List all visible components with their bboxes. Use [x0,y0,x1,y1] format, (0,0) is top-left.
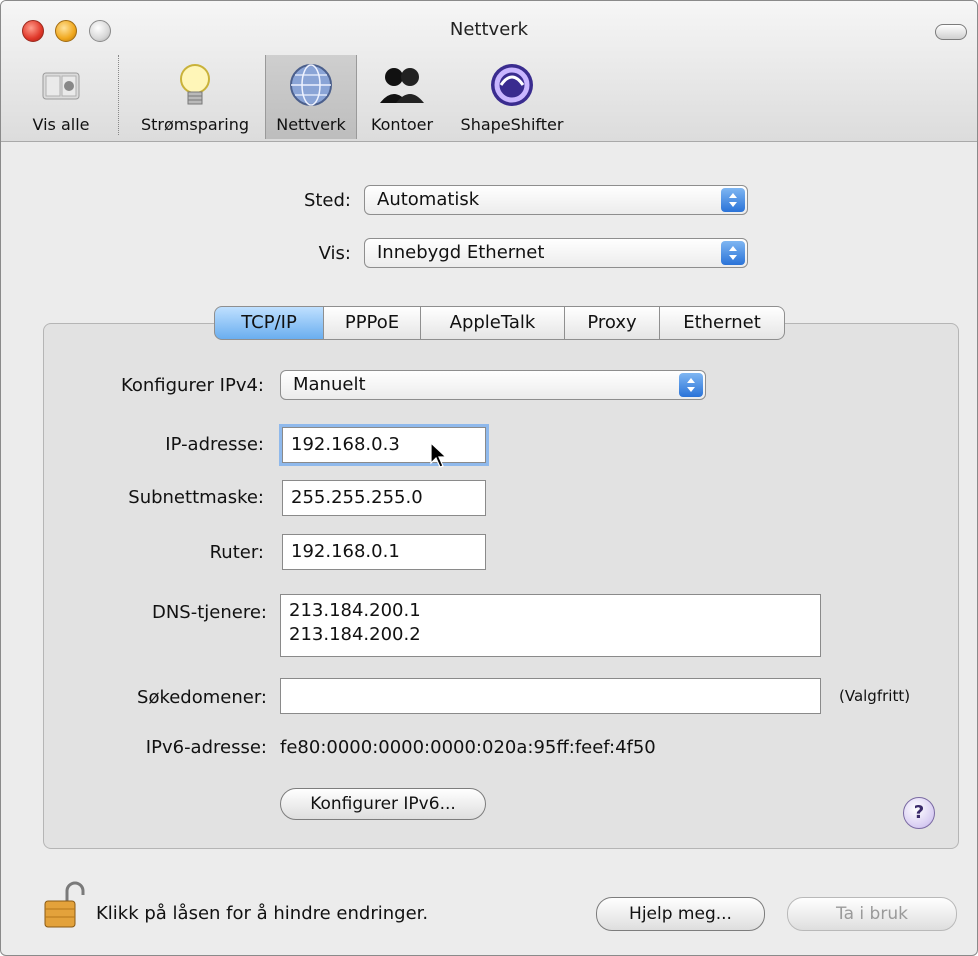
show-label: Vis: [318,243,351,264]
dns-server-line: 213.184.200.1 [289,600,421,621]
optional-hint: (Valgfritt) [839,687,911,705]
toolbar-label: Nettverk [276,115,346,134]
tcpip-panel [43,323,959,849]
location-label: Sted: [303,190,351,211]
ip-address-field[interactable]: 192.168.0.3 [282,427,486,463]
help-icon[interactable]: ? [903,797,935,829]
window-title: Nettverk [449,19,529,40]
toolbar-item-accounts[interactable]: Kontoer [361,55,443,139]
dns-servers-field[interactable]: 213.184.200.1 213.184.200.2 [280,594,821,657]
search-domains-label: Søkedomener: [137,687,267,708]
subnet-mask-field[interactable]: 255.255.255.0 [282,480,486,516]
ip-address-label: IP-adresse: [165,434,264,455]
popup-arrows-icon [721,188,745,212]
location-value: Automatisk [377,189,480,210]
router-field[interactable]: 192.168.0.1 [282,534,486,570]
tab-appletalk[interactable]: AppleTalk [421,306,565,340]
tab-ethernet[interactable]: Ethernet [660,306,785,340]
tab-proxy[interactable]: Proxy [565,306,660,340]
light-bulb-icon [169,59,221,111]
toolbar-toggle-button[interactable] [935,24,967,40]
network-globe-icon [285,59,337,111]
tab-pppoe[interactable]: PPPoE [324,306,421,340]
mouse-pointer-icon [429,441,451,473]
toolbar-separator [118,55,119,135]
router-label: Ruter: [209,542,264,563]
configure-ipv4-label: Konfigurer IPv4: [120,375,264,396]
tab-tcpip[interactable]: TCP/IP [214,306,324,340]
configure-ipv4-popup[interactable]: Manuelt [280,370,706,400]
accounts-people-icon [376,59,428,111]
toolbar-label: Vis alle [32,115,90,134]
configure-ipv4-value: Manuelt [293,374,366,395]
tab-bar: TCP/IP PPPoE AppleTalk Proxy Ethernet [214,306,785,340]
lock-open-icon[interactable] [41,879,85,931]
toolbar-item-network[interactable]: Nettverk [265,55,357,139]
popup-arrows-icon [721,241,745,265]
show-all-icon [35,59,87,111]
configure-ipv6-button[interactable]: Konfigurer IPv6... [280,788,486,820]
assist-me-button[interactable]: Hjelp meg... [596,897,765,931]
network-preferences-window: Nettverk Vis alle Strømsparing Nettverk … [0,0,978,956]
dns-server-line: 213.184.200.2 [289,624,421,645]
search-domains-field[interactable] [280,678,821,714]
toolbar-label: Kontoer [370,115,434,134]
lock-instruction-text: Klikk på låsen for å hindre endringer. [96,903,429,924]
show-popup[interactable]: Innebygd Ethernet [364,238,748,268]
toolbar-item-shapeshifter[interactable]: ShapeShifter [453,55,571,139]
popup-arrows-icon [679,373,703,397]
show-value: Innebygd Ethernet [377,242,545,263]
toolbar-item-show-all[interactable]: Vis alle [15,55,107,139]
ipv6-address-label: IPv6-adresse: [145,737,267,758]
titlebar: Nettverk Vis alle Strømsparing Nettverk … [1,1,977,142]
shapeshifter-icon [486,59,538,111]
dns-servers-label: DNS-tjenere: [151,602,267,623]
toolbar-item-energy-saver[interactable]: Strømsparing [133,55,257,139]
location-popup[interactable]: Automatisk [364,185,748,215]
toolbar-label: ShapeShifter [460,115,564,134]
apply-button[interactable]: Ta i bruk [787,897,957,931]
ipv6-address-value: fe80:0000:0000:0000:020a:95ff:feef:4f50 [280,737,656,758]
toolbar-label: Strømsparing [141,115,249,134]
subnet-mask-label: Subnettmaske: [128,487,264,508]
